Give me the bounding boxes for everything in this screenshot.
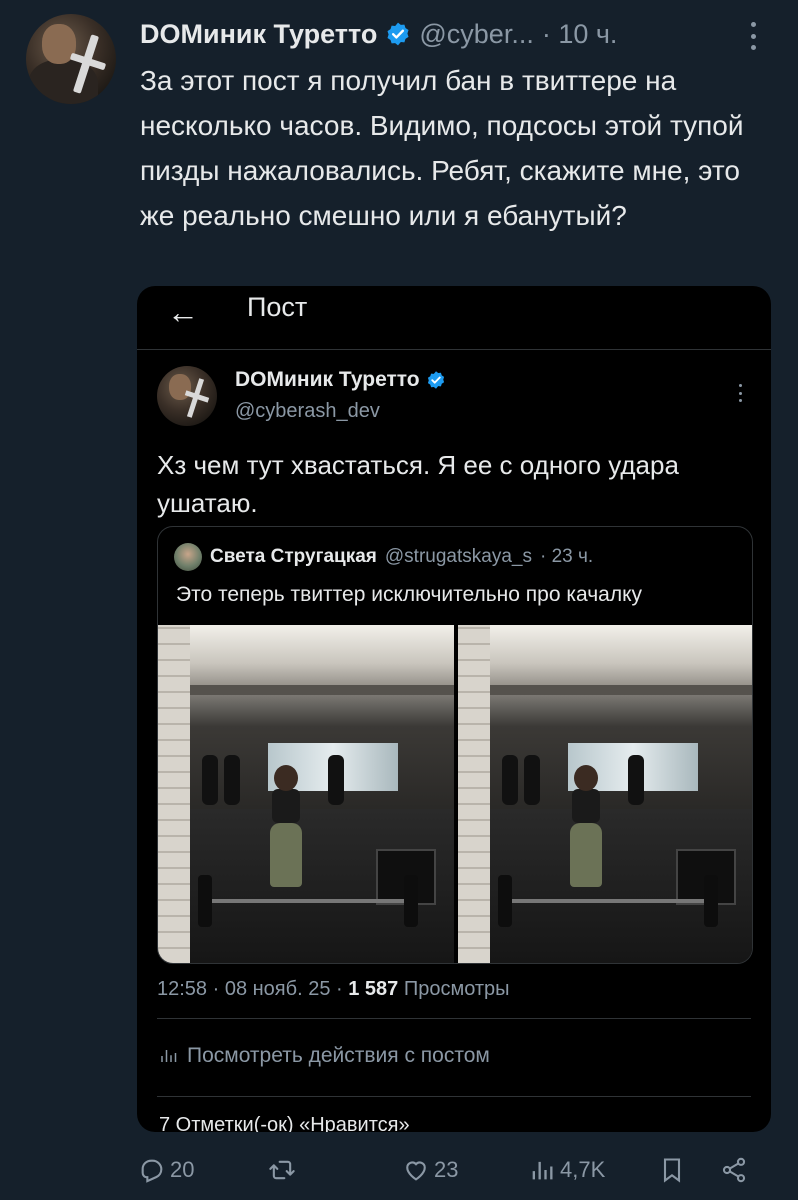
views-count: 1 587: [348, 978, 399, 1000]
screenshot-meta: 12:58 · 08 нояб. 25 · 1 587 Просмотры: [157, 978, 510, 1001]
gym-photo-1: [158, 625, 454, 963]
like-button[interactable]: 23: [402, 1156, 458, 1184]
screenshot-header: ← Пост: [137, 286, 771, 348]
post-activity-label: Посмотреть действия с постом: [187, 1044, 490, 1067]
attached-screenshot[interactable]: ← Пост DOМиник Туретто @cyberash_dev Хз …: [137, 286, 771, 1132]
share-button[interactable]: [720, 1156, 748, 1184]
like-count: 23: [434, 1157, 459, 1182]
gym-photo-2: [458, 625, 752, 963]
retweet-icon: [269, 1160, 295, 1180]
tweet-header: DOМиник Туретто @cyber... · 10 ч.: [140, 14, 617, 54]
verified-badge-icon: [387, 22, 409, 46]
reply-icon: [141, 1159, 163, 1183]
screenshot-author-name-row: DOМиник Туретто: [235, 368, 446, 392]
post-datetime: 12:58 · 08 нояб. 25 ·: [157, 978, 343, 1000]
screenshot-author-avatar: [157, 366, 217, 426]
author-handle[interactable]: @cyber...: [419, 19, 533, 50]
quoted-author-handle: @strugatskaya_s: [384, 546, 532, 567]
views-icon: [532, 1161, 553, 1180]
divider: [157, 1018, 751, 1019]
quoted-tweet-images: [158, 625, 752, 963]
heart-icon: [406, 1161, 426, 1181]
divider: [157, 1096, 751, 1097]
screenshot-page-title: Пост: [247, 292, 308, 322]
post-activity-row: Посмотреть действия с постом: [159, 1044, 490, 1068]
screenshot-author-name: DOМиник Туретто: [235, 368, 420, 391]
share-icon: [722, 1157, 746, 1183]
tweet-actions: 20 23 4,7K: [138, 1150, 778, 1190]
retweet-button[interactable]: [268, 1156, 300, 1184]
views-label: Просмотры: [403, 978, 510, 1000]
more-options-icon: [737, 384, 743, 402]
screenshot-tweet-text: Хз чем тут хвастаться. Я ее с одного уда…: [157, 450, 679, 518]
quoted-tweet-header: Света Стругацкая @strugatskaya_s · 23 ч.: [174, 543, 593, 571]
tweet-time[interactable]: · 10 ч.: [542, 19, 618, 50]
quoted-tweet-time: · 23 ч.: [539, 546, 594, 567]
tweet-text: За этот пост я получил бан в твиттере на…: [140, 65, 744, 231]
quoted-tweet: Света Стругацкая @strugatskaya_s · 23 ч.…: [157, 526, 753, 964]
quoted-tweet-text: Это теперь твиттер исключительно про кач…: [176, 583, 643, 606]
divider: [137, 349, 771, 350]
analytics-icon: [161, 1050, 177, 1062]
back-arrow-icon: ←: [167, 294, 199, 330]
bookmark-icon: [663, 1158, 681, 1183]
reply-button[interactable]: 20: [138, 1156, 194, 1184]
likes-line: 7 Отметки(-ок) «Нравится»: [159, 1114, 410, 1132]
screenshot-author-handle: @cyberash_dev: [235, 400, 380, 422]
views-count-bar: 4,7K: [560, 1157, 606, 1182]
reply-count: 20: [170, 1157, 195, 1182]
views-button[interactable]: 4,7K: [528, 1156, 605, 1184]
author-avatar[interactable]: [26, 14, 116, 104]
quoted-author-name: Света Стругацкая: [210, 546, 377, 567]
author-name[interactable]: DOМиник Туретто: [140, 19, 377, 50]
more-options-icon[interactable]: [748, 22, 758, 50]
verified-badge-icon: [427, 371, 444, 389]
quoted-author-avatar: [174, 543, 202, 571]
bookmark-button[interactable]: [658, 1156, 686, 1184]
